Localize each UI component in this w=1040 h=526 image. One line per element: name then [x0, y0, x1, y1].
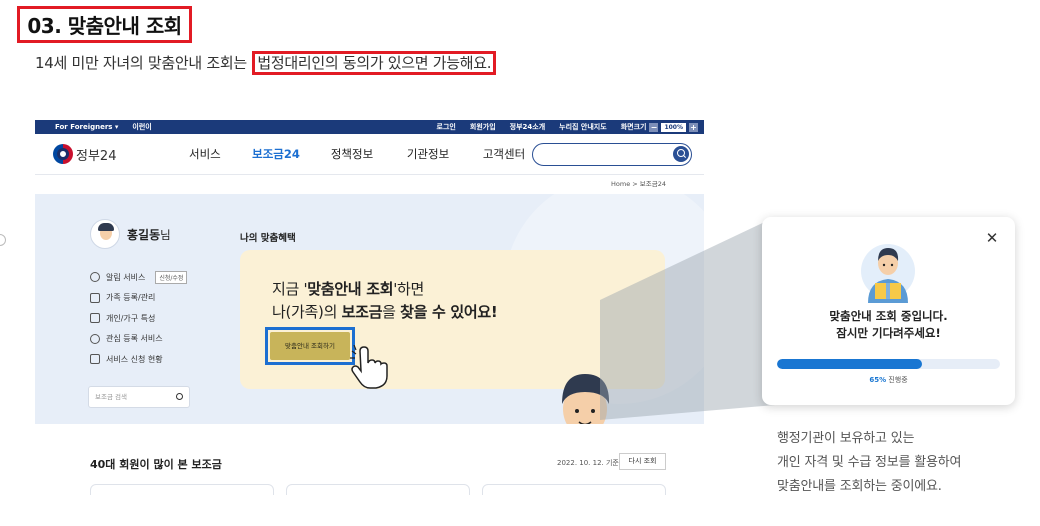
gnb-menu: 서비스 보조금24 정책정보 기관정보 고객센터 — [170, 146, 542, 162]
zoom-control: 화면크기 − 100% + — [621, 122, 698, 132]
avatar — [90, 219, 120, 249]
caption-line-2: 개인 자격 및 수급 정보를 활용하여 — [777, 455, 962, 470]
section-date: 2022. 10. 12. 기준 — [557, 459, 619, 467]
carousel-prev-dot[interactable] — [0, 234, 6, 246]
step-subtitle: 14세 미만 자녀의 맞춤안내 조회는 법정대리인의 동의가 있으면 가능해요. — [35, 51, 497, 75]
progress-fill — [777, 359, 922, 369]
loading-message: 맞춤안내 조회 중입니다. 잠시만 기다려주세요! — [762, 308, 1015, 342]
zoom-value: 100% — [661, 122, 686, 132]
card-line-2: 나(가족)의 보조금을 찾을 수 있어요! — [272, 301, 498, 324]
side-item-family[interactable]: 가족 등록/관리 — [90, 288, 187, 309]
user-profile: 홍길동님 — [90, 219, 171, 249]
site-logo[interactable]: 정부24 — [53, 144, 170, 164]
menu-customer-center[interactable]: 고객센터 — [466, 146, 542, 162]
document-icon — [90, 354, 100, 365]
subsidy-card[interactable] — [286, 484, 470, 495]
side-item-alarm[interactable]: 알림 서비스 신청/수정 — [90, 267, 188, 288]
card-line-1: 지금 '맞춤안내 조회'하면 — [272, 278, 497, 301]
close-icon[interactable]: ✕ — [985, 231, 999, 246]
pointer-hand-icon — [350, 345, 388, 389]
loading-message-line-1: 맞춤안내 조회 중입니다. — [829, 309, 948, 323]
subsidy-card[interactable] — [482, 484, 666, 495]
popular-subsidy-section: 40대 회원이 많이 본 보조금 2022. 10. 12. 기준 다시 조회 — [35, 430, 704, 495]
menu-policy[interactable]: 정책정보 — [314, 146, 390, 162]
side-menu: 알림 서비스 신청/수정 가족 등록/관리 개인/가구 특성 관심 등록 서비스 … — [90, 267, 188, 370]
card-message: 지금 '맞춤안내 조회'하면 나(가족)의 보조금을 찾을 수 있어요! — [272, 278, 498, 324]
side-item-label: 서비스 신청 현황 — [106, 354, 163, 364]
bell-icon — [90, 272, 100, 283]
main-nav: 정부24 서비스 보조금24 정책정보 기관정보 고객센터 — [35, 134, 704, 175]
search-icon[interactable] — [673, 146, 689, 162]
user-name-suffix: 님 — [160, 227, 171, 242]
subsidy-hero: 홍길동님 알림 서비스 신청/수정 가족 등록/관리 개인/가구 특성 관심 등록… — [35, 194, 704, 424]
zoom-out-button[interactable]: − — [649, 122, 659, 132]
explanation-caption: 행정기관이 보유하고 있는 개인 자격 및 수급 정보를 활용하여 맞춤안내를 … — [777, 427, 962, 499]
progress-percent: 65% — [869, 376, 887, 384]
side-item-label: 가족 등록/관리 — [106, 293, 156, 303]
subtitle-highlight: 법정대리인의 동의가 있으면 가능해요. — [252, 51, 497, 75]
loading-popup: ✕ 맞춤안내 조회 중입니다. 잠시만 기다려주세요! 65% 진행중 — [762, 217, 1015, 405]
section-title: 40대 회원이 많이 본 보조금 — [90, 458, 222, 471]
subsidy-search-input[interactable]: 보조금 검색 — [88, 386, 190, 408]
loading-message-line-2: 잠시만 기다려주세요! — [836, 326, 941, 340]
side-item-tag[interactable]: 신청/수정 — [155, 270, 188, 284]
menu-agency[interactable]: 기관정보 — [390, 146, 466, 162]
user-name-text: 홍길동 — [127, 227, 161, 242]
custom-guide-button[interactable]: 맞춤안내 조회하기 — [270, 332, 350, 360]
menu-service[interactable]: 서비스 — [170, 146, 238, 162]
site-screenshot: For Foreigners ▾ 이런이 로그인 회원가입 정부24소개 누리집… — [35, 120, 704, 495]
side-item-status[interactable]: 서비스 신청 현황 — [90, 349, 187, 370]
sitemap-link[interactable]: 누리집 안내지도 — [559, 122, 607, 132]
taegeuk-logo-icon — [53, 144, 73, 164]
card-bold-text: 맞춤안내 조회 — [307, 280, 394, 298]
language-link[interactable]: 이런이 — [132, 122, 151, 132]
progress-suffix: 진행중 — [886, 376, 908, 384]
logo-text: 정부24 — [76, 148, 117, 164]
breadcrumb: Home > 보조금24 — [611, 180, 666, 188]
subsidy-search-placeholder: 보조금 검색 — [95, 393, 127, 401]
side-item-interest[interactable]: 관심 등록 서비스 — [90, 329, 187, 350]
card-text: 지금 ' — [272, 280, 308, 298]
card-text: 을 — [382, 303, 401, 321]
man-with-gift-icon — [861, 244, 915, 303]
side-item-label: 알림 서비스 — [106, 272, 146, 282]
search-icon[interactable] — [176, 393, 183, 400]
card-text: '하면 — [393, 280, 425, 298]
foreigners-link[interactable]: For Foreigners ▾ — [55, 123, 118, 131]
utility-bar: For Foreigners ▾ 이런이 로그인 회원가입 정부24소개 누리집… — [35, 120, 704, 134]
benefit-label: 나의 맞춤혜택 — [240, 233, 296, 244]
caption-line-3: 맞춤안내를 조회하는 중이에요. — [777, 479, 942, 494]
site-search-input[interactable] — [532, 143, 692, 166]
side-item-household[interactable]: 개인/가구 특성 — [90, 308, 187, 329]
subtitle-text: 14세 미만 자녀의 맞춤안내 조회는 — [35, 54, 252, 72]
tutorial-page: 03. 맞춤안내 조회 14세 미만 자녀의 맞춤안내 조회는 법정대리인의 동… — [0, 0, 1040, 526]
progress-status: 65% 진행중 — [762, 375, 1015, 385]
caption-line-1: 행정기관이 보유하고 있는 — [777, 431, 915, 446]
subsidy-card[interactable] — [90, 484, 274, 495]
zoom-in-button[interactable]: + — [689, 122, 698, 132]
card-text: 나(가족)의 — [272, 303, 342, 321]
card-bold-text: 보조금 — [341, 303, 383, 321]
signup-link[interactable]: 회원가입 — [470, 122, 496, 132]
menu-subsidy24[interactable]: 보조금24 — [238, 146, 314, 162]
login-link[interactable]: 로그인 — [437, 122, 456, 132]
user-name: 홍길동님 — [127, 226, 171, 243]
side-item-label: 관심 등록 서비스 — [106, 334, 163, 344]
man-with-gift-illustration — [562, 374, 610, 424]
zoom-label: 화면크기 — [620, 123, 647, 131]
pencil-icon — [90, 292, 100, 303]
heart-icon — [90, 333, 100, 344]
calendar-icon — [90, 313, 100, 324]
step-title: 03. 맞춤안내 조회 — [17, 6, 192, 43]
progress-bar — [777, 359, 1000, 369]
reload-button[interactable]: 다시 조회 — [619, 453, 666, 470]
side-item-label: 개인/가구 특성 — [106, 313, 156, 323]
card-bold-text: 찾을 수 있어요! — [400, 303, 498, 321]
about-link[interactable]: 정부24소개 — [510, 122, 546, 132]
